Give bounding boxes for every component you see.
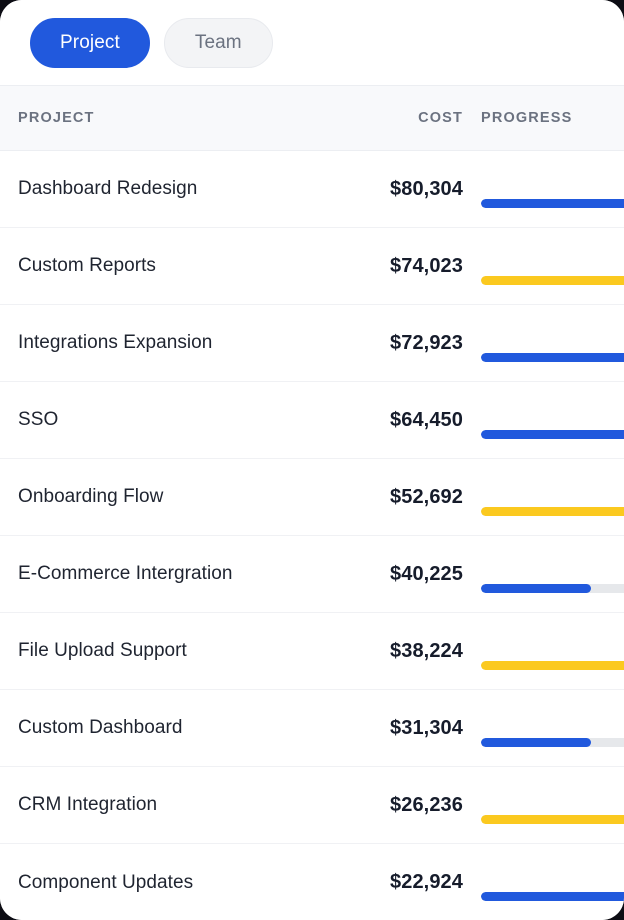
cell-project-name: Component Updates (18, 871, 194, 893)
cell-project-name: Onboarding Flow (18, 486, 164, 507)
table-row[interactable]: E-Commerce Intergration $40,225 (0, 536, 624, 613)
progress-fill (481, 583, 591, 593)
table-row[interactable]: Component Updates $22,924 (0, 844, 624, 920)
progress-fill (481, 814, 624, 824)
cell-progress (463, 305, 624, 382)
cell-cost-value: $72,923 (390, 331, 463, 354)
cell-progress (463, 151, 624, 228)
progress-track (481, 737, 624, 747)
column-header-project[interactable]: PROJECT (0, 110, 340, 126)
progress-fill (481, 506, 624, 516)
progress-track (481, 198, 624, 208)
cell-cost-value: $31,304 (390, 716, 463, 739)
progress-track (481, 660, 624, 670)
toggle-option-team[interactable]: Team (163, 17, 273, 68)
cell-progress (463, 536, 624, 613)
table-row[interactable]: CRM Integration $26,236 (0, 767, 624, 844)
cell-project-name: SSO (18, 409, 59, 430)
progress-fill (481, 429, 624, 439)
table-row[interactable]: Onboarding Flow $52,692 (0, 459, 624, 536)
table-row[interactable]: Custom Reports $74,023 (0, 228, 624, 305)
cell-project-name: E-Commerce Intergration (18, 563, 233, 584)
cell-cost-value: $26,236 (390, 793, 463, 816)
cell-cost-value: $22,924 (390, 871, 463, 893)
progress-fill (481, 352, 624, 362)
cell-progress (463, 767, 624, 844)
progress-track (481, 814, 624, 824)
cell-project-name: Dashboard Redesign (18, 178, 198, 199)
cell-progress (463, 844, 624, 920)
cell-project-name: File Upload Support (18, 640, 187, 661)
progress-track (481, 892, 624, 901)
cell-project-name: CRM Integration (18, 794, 158, 815)
view-toggle-group: Project Team (0, 0, 624, 85)
cell-project-name: Custom Reports (18, 255, 156, 276)
progress-fill (481, 660, 624, 670)
cell-cost-value: $64,450 (390, 408, 463, 431)
cell-progress (463, 459, 624, 536)
progress-track (481, 583, 624, 593)
table-row[interactable]: Dashboard Redesign $80,304 (0, 151, 624, 228)
column-header-cost[interactable]: COST (340, 110, 463, 126)
table-row[interactable]: Custom Dashboard $31,304 (0, 690, 624, 767)
projects-card: Project Team PROJECT COST PROGRESS Dashb… (0, 0, 624, 920)
cell-progress (463, 382, 624, 459)
cell-progress (463, 228, 624, 305)
progress-track (481, 275, 624, 285)
table-row[interactable]: File Upload Support $38,224 (0, 613, 624, 690)
table-row[interactable]: Integrations Expansion $72,923 (0, 305, 624, 382)
projects-table: PROJECT COST PROGRESS Dashboard Redesign… (0, 85, 624, 920)
cell-project-name: Integrations Expansion (18, 332, 213, 353)
cell-cost-value: $80,304 (390, 177, 463, 200)
progress-track (481, 429, 624, 439)
progress-fill (481, 737, 591, 747)
progress-fill (481, 198, 624, 208)
cell-cost-value: $40,225 (390, 562, 463, 585)
cell-cost-value: $74,023 (390, 254, 463, 277)
cell-cost-value: $38,224 (390, 639, 463, 662)
progress-fill (481, 275, 624, 285)
toggle-option-project[interactable]: Project (30, 17, 150, 68)
cell-project-name: Custom Dashboard (18, 717, 183, 738)
table-row[interactable]: SSO $64,450 (0, 382, 624, 459)
column-header-progress[interactable]: PROGRESS (463, 110, 624, 126)
cell-progress (463, 690, 624, 767)
cell-cost-value: $52,692 (390, 485, 463, 508)
table-body: Dashboard Redesign $80,304 Custom Reports $… (0, 151, 624, 920)
progress-fill (481, 892, 624, 901)
cell-progress (463, 613, 624, 690)
progress-track (481, 506, 624, 516)
progress-track (481, 352, 624, 362)
table-header-row: PROJECT COST PROGRESS (0, 85, 624, 151)
